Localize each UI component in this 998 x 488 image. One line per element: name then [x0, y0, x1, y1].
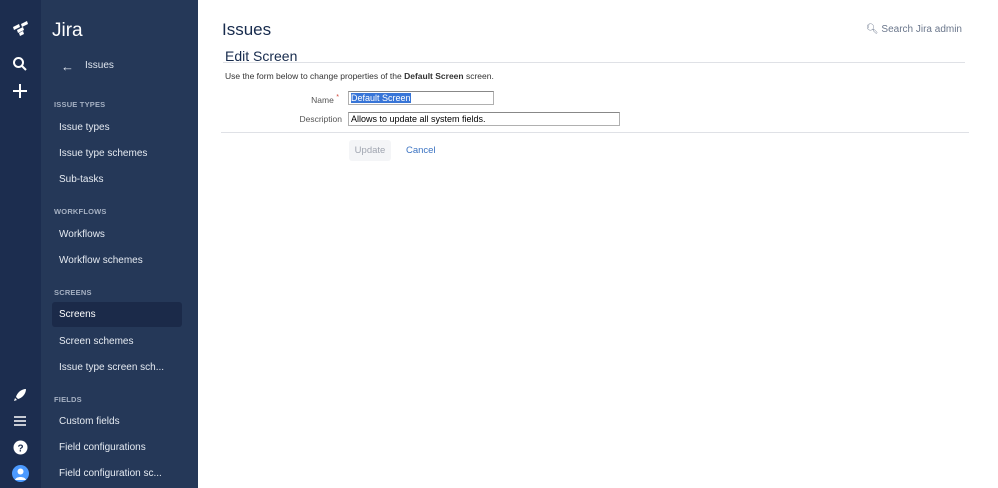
- divider: [221, 132, 969, 133]
- avatar-icon[interactable]: [10, 463, 30, 483]
- sidebar-item-field-configurations[interactable]: Field configurations: [52, 435, 182, 460]
- intro-text: Use the form below to change properties …: [225, 71, 405, 81]
- name-value: Default Screen: [351, 93, 411, 103]
- name-label: Name *: [239, 93, 339, 105]
- name-input[interactable]: Default Screen: [348, 91, 494, 105]
- search-admin-link[interactable]: 🔍︎ Search Jira admin: [866, 24, 962, 35]
- sidebar-item-issue-type-schemes[interactable]: Issue type schemes: [52, 141, 182, 166]
- sidebar-item-issue-types[interactable]: Issue types: [52, 115, 182, 140]
- back-to-issues-link[interactable]: Issues: [85, 60, 114, 71]
- update-button[interactable]: Update: [349, 140, 391, 161]
- project-sidebar: Jira ← Issues ISSUE TYPES Issue types Is…: [41, 0, 198, 488]
- sidebar-item-issue-type-screen-schemes[interactable]: Issue type screen sch...: [52, 355, 182, 380]
- jira-logo-icon[interactable]: [10, 19, 30, 39]
- section-workflows: WORKFLOWS: [54, 207, 107, 216]
- search-icon[interactable]: [10, 54, 30, 74]
- back-arrow-icon[interactable]: ←: [61, 59, 74, 74]
- page-title: Issues: [222, 20, 272, 39]
- section-fields: FIELDS: [54, 395, 82, 404]
- cancel-link[interactable]: Cancel: [406, 145, 436, 156]
- sidebar-item-workflows[interactable]: Workflows: [52, 222, 182, 247]
- svg-text:?: ?: [17, 443, 23, 454]
- description-label: Description: [299, 114, 342, 124]
- form-description: Use the form below to change properties …: [225, 71, 494, 81]
- required-mark: *: [336, 93, 339, 101]
- section-screens: SCREENS: [54, 288, 92, 297]
- sidebar-item-screen-schemes[interactable]: Screen schemes: [52, 329, 182, 354]
- sidebar-brand: Jira: [52, 20, 83, 41]
- help-icon[interactable]: ?: [10, 437, 30, 457]
- search-admin-label: Search Jira admin: [881, 24, 962, 35]
- rocket-notifications-icon[interactable]: [10, 385, 30, 405]
- sidebar-item-custom-fields[interactable]: Custom fields: [52, 409, 182, 434]
- section-issue-types: ISSUE TYPES: [54, 100, 106, 109]
- global-nav-rail: ?: [0, 0, 41, 488]
- divider: [223, 62, 965, 63]
- name-label-text: Name: [311, 94, 334, 105]
- sidebar-item-workflow-schemes[interactable]: Workflow schemes: [52, 248, 182, 273]
- sidebar-item-sub-tasks[interactable]: Sub-tasks: [52, 167, 182, 192]
- screen-name-bold: Default Screen: [404, 71, 464, 81]
- sidebar-item-field-configuration-schemes[interactable]: Field configuration sc...: [52, 461, 182, 486]
- create-plus-icon[interactable]: [10, 81, 30, 101]
- main-content: Issues 🔍︎ Search Jira admin Edit Screen …: [198, 0, 998, 488]
- intro-suffix: screen.: [463, 71, 494, 81]
- search-icon: 🔍︎: [865, 24, 879, 35]
- description-input[interactable]: Allows to update all system fields.: [348, 112, 620, 126]
- menu-icon[interactable]: [10, 411, 30, 431]
- sidebar-item-screens[interactable]: Screens: [52, 302, 182, 327]
